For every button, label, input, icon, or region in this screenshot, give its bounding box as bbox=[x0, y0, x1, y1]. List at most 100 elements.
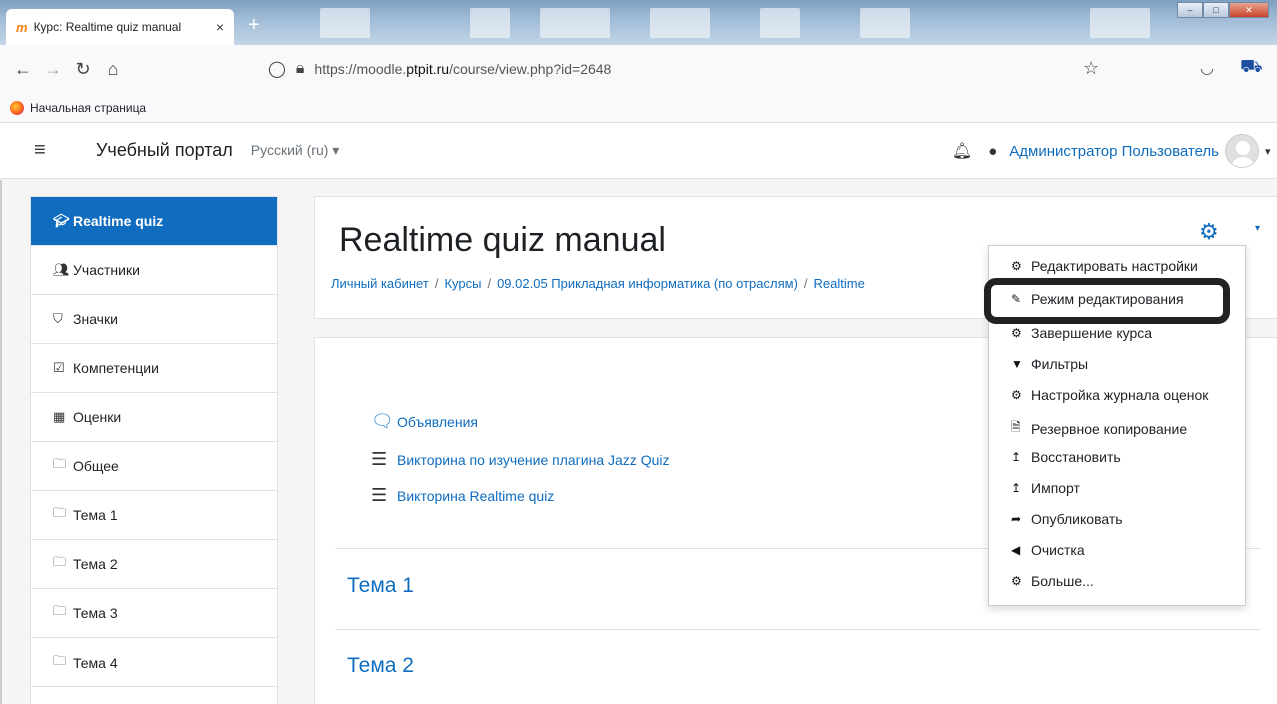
sidebar-item-topic-3[interactable]: 🗀 Тема 3 bbox=[31, 589, 277, 638]
gear-icon[interactable]: ⚙ bbox=[1199, 219, 1219, 245]
quiz-list-icon: ☰ bbox=[371, 449, 388, 469]
sidebar-item-competencies[interactable]: ☑ Компетенции bbox=[31, 344, 277, 393]
bookmark-home-link[interactable]: Начальная страница bbox=[30, 101, 146, 115]
browser-tab-strip: m Курс: Realtime quiz manual × + – □ ✕ bbox=[0, 0, 1277, 45]
background-blur bbox=[860, 8, 910, 38]
activity-realtime-quiz[interactable]: ☰ Викторина Realtime quiz bbox=[371, 485, 554, 506]
cart-icon[interactable]: ⛟ bbox=[1240, 56, 1263, 80]
reload-icon[interactable]: ↻ bbox=[68, 59, 98, 80]
activity-label: Объявления bbox=[397, 413, 478, 430]
cog-icon: ⚙ bbox=[1011, 259, 1022, 273]
file-archive-icon: 🗎 bbox=[1011, 420, 1021, 434]
graduation-cap-icon: 🎓︎ bbox=[53, 213, 70, 228]
sidebar-item-topic-4[interactable]: 🗀 Тема 4 bbox=[31, 638, 277, 687]
forward-arrow-icon[interactable]: → bbox=[38, 59, 68, 80]
url-bar[interactable]: ◯ 🔒︎ https://moodle.ptpit.ru/course/view… bbox=[268, 45, 1108, 93]
background-blur bbox=[1090, 8, 1150, 38]
sidebar-item-general[interactable]: 🗀 Общее bbox=[31, 442, 277, 491]
hamburger-menu-icon[interactable]: ≡ bbox=[34, 139, 58, 162]
home-icon[interactable]: ⌂ bbox=[98, 59, 128, 80]
check-square-icon: ☑ bbox=[53, 360, 65, 375]
breadcrumb-dashboard[interactable]: Личный кабинет bbox=[331, 276, 429, 291]
table-icon: ▦ bbox=[53, 409, 66, 424]
pocket-icon[interactable]: ◡ bbox=[1200, 58, 1214, 78]
avatar[interactable] bbox=[1225, 134, 1259, 168]
menu-item-publish[interactable]: ➦ Опубликовать bbox=[1011, 511, 1243, 527]
browser-tab[interactable]: m Курс: Realtime quiz manual × bbox=[6, 9, 234, 45]
lock-icon: 🔒︎ bbox=[295, 60, 305, 77]
level-up-icon: ↥ bbox=[1011, 481, 1022, 495]
filter-icon: ▼ bbox=[1011, 357, 1023, 371]
folder-icon: 🗀 bbox=[53, 456, 67, 471]
section-divider bbox=[335, 629, 1261, 630]
menu-item-backup[interactable]: 🗎 Резервное копирование bbox=[1011, 418, 1243, 439]
level-up-icon: ↥ bbox=[1011, 450, 1022, 464]
back-arrow-icon[interactable]: ← bbox=[8, 59, 38, 80]
page-left-border bbox=[0, 180, 2, 704]
user-area: 🔔︎ ● Администратор Пользователь ▾ bbox=[952, 123, 1277, 179]
activity-label: Викторина по изучение плагина Jazz Quiz bbox=[397, 451, 670, 468]
message-icon[interactable]: ● bbox=[988, 143, 997, 160]
folder-icon: 🗀 bbox=[53, 652, 67, 668]
tab-close-button[interactable]: × bbox=[216, 19, 224, 35]
moodle-favicon-icon: m bbox=[16, 19, 28, 35]
quiz-list-icon: ☰ bbox=[371, 485, 388, 505]
edit-mode-highlight-outline bbox=[984, 278, 1230, 324]
activity-jazz-quiz[interactable]: ☰ Викторина по изучение плагина Jazz Qui… bbox=[371, 449, 669, 470]
section-title-topic-2[interactable]: Тема 2 bbox=[347, 654, 414, 678]
menu-item-gradebook-setup[interactable]: ⚙ Настройка журнала оценок bbox=[1011, 387, 1243, 403]
site-header: ≡ Учебный портал Русский (ru) ▾ 🔔︎ ● Адм… bbox=[0, 123, 1277, 179]
cog-icon: ⚙ bbox=[1011, 326, 1022, 340]
sidebar-item-label: Участники bbox=[73, 262, 140, 278]
activity-forum[interactable]: 🗨︎ Объявления bbox=[371, 411, 478, 432]
minimize-icon[interactable]: – bbox=[1177, 2, 1203, 18]
bell-icon[interactable]: 🔔︎ bbox=[952, 141, 972, 161]
course-nav-drawer: 🎓︎ Realtime quiz 👥︎ Участники ⛉ Значки ☑… bbox=[30, 196, 278, 688]
menu-item-course-completion[interactable]: ⚙ Завершение курса bbox=[1011, 325, 1243, 341]
background-blur bbox=[320, 8, 370, 38]
menu-item-import[interactable]: ↥ Импорт bbox=[1011, 480, 1243, 496]
language-selector[interactable]: Русский (ru) ▾ bbox=[251, 142, 340, 159]
caret-down-icon[interactable]: ▾ bbox=[1255, 223, 1260, 234]
section-title-topic-1[interactable]: Тема 1 bbox=[347, 574, 414, 598]
background-blur bbox=[470, 8, 510, 38]
new-tab-button[interactable]: + bbox=[248, 14, 260, 37]
bookmarks-bar: Начальная страница bbox=[0, 93, 1277, 123]
shield-icon: ⛉ bbox=[53, 311, 63, 326]
site-name[interactable]: Учебный портал bbox=[96, 140, 233, 161]
sidebar-item-topic-1[interactable]: 🗀 Тема 1 bbox=[31, 491, 277, 540]
maximize-icon[interactable]: □ bbox=[1203, 2, 1229, 18]
breadcrumb-courses[interactable]: Курсы bbox=[444, 276, 481, 291]
bookmark-star-icon[interactable]: ☆ bbox=[1083, 58, 1099, 79]
folder-icon: 🗀 bbox=[53, 505, 67, 520]
sidebar-item-topic-2[interactable]: 🗀 Тема 2 bbox=[31, 540, 277, 589]
sidebar-item-label: Компетенции bbox=[73, 360, 159, 376]
sidebar-item-badges[interactable]: ⛉ Значки bbox=[31, 295, 277, 344]
menu-item-restore[interactable]: ↥ Восстановить bbox=[1011, 449, 1243, 465]
sidebar-second-block bbox=[30, 686, 278, 704]
cog-icon: ⚙ bbox=[1011, 574, 1022, 588]
menu-item-filters[interactable]: ▼ Фильтры bbox=[1011, 356, 1243, 372]
menu-item-reset[interactable]: ◀ Очистка bbox=[1011, 542, 1243, 558]
page-title: Realtime quiz manual bbox=[339, 221, 666, 259]
user-name[interactable]: Администратор Пользователь bbox=[1009, 143, 1219, 160]
menu-item-more[interactable]: ⚙ Больше... bbox=[1011, 573, 1243, 589]
breadcrumb-category[interactable]: 09.02.05 Прикладная информатика (по отра… bbox=[497, 276, 798, 291]
sidebar-item-label: Общее bbox=[73, 458, 119, 474]
folder-icon: 🗀 bbox=[53, 603, 67, 618]
sidebar-item-label: Тема 1 bbox=[73, 507, 118, 523]
window-controls: – □ ✕ bbox=[1177, 2, 1269, 18]
breadcrumb: Личный кабинет / Курсы/09.02.05 Прикладная… bbox=[331, 276, 865, 291]
sidebar-item-grades[interactable]: ▦ Оценки bbox=[31, 393, 277, 442]
url-text: https://moodle.ptpit.ru/course/view.php?… bbox=[314, 61, 612, 77]
chevron-down-icon[interactable]: ▾ bbox=[1265, 145, 1277, 158]
sidebar-item-label: Оценки bbox=[73, 409, 122, 425]
menu-item-edit-settings[interactable]: ⚙ Редактировать настройки bbox=[1011, 258, 1243, 274]
window-close-icon[interactable]: ✕ bbox=[1229, 2, 1269, 18]
sidebar-item-realtime-quiz[interactable]: 🎓︎ Realtime quiz bbox=[31, 197, 277, 246]
breadcrumb-course[interactable]: Realtime bbox=[814, 276, 865, 291]
background-blur bbox=[540, 8, 610, 38]
sidebar-item-participants[interactable]: 👥︎ Участники bbox=[31, 246, 277, 295]
share-icon: ➦ bbox=[1011, 512, 1022, 526]
folder-icon: 🗀 bbox=[53, 554, 67, 569]
